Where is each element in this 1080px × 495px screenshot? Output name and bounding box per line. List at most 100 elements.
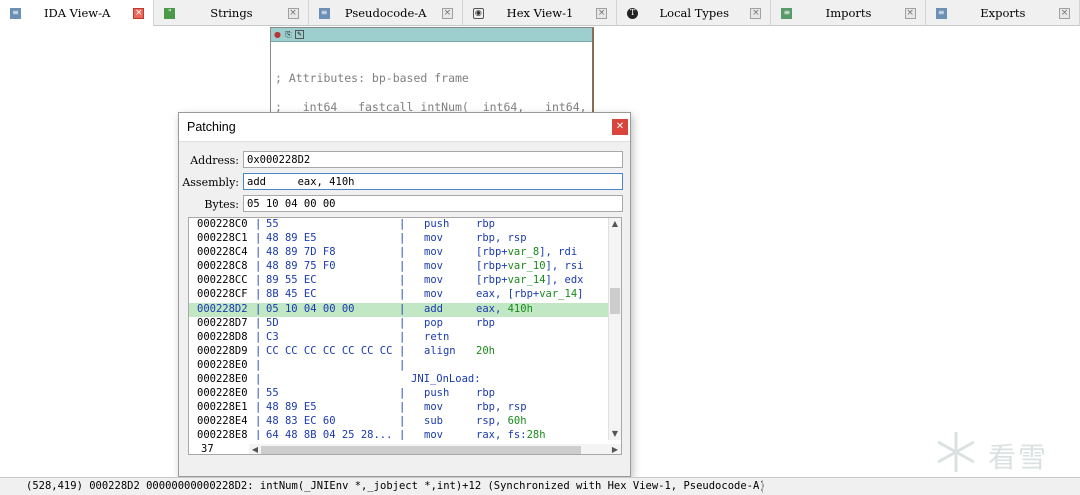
listing-row[interactable]: 000228C4 | 48 89 7D F8 | mov [rbp+var_8], rdi [189, 246, 610, 260]
tab-imports[interactable]: ≡ Imports × [771, 0, 926, 26]
row-operands: [rbp+var_10], rsi [476, 260, 584, 273]
node-group-icon[interactable]: ⎘ [284, 30, 293, 39]
tab-close-icon[interactable]: × [596, 7, 608, 19]
column-separator: | [255, 330, 262, 343]
row-mnemonic: push [424, 218, 450, 230]
horizontal-scroll-thumb[interactable] [261, 446, 581, 454]
watermark-logo: 看雪 [932, 428, 1072, 476]
listing-row[interactable]: 000228C8 | 48 89 75 F0 | mov [rbp+var_10], rs… [189, 260, 610, 274]
row-operands: eax, 410h [476, 302, 533, 315]
scroll-right-icon[interactable]: ▶ [609, 444, 621, 454]
row-bytes: 48 89 7D F8 [266, 246, 336, 259]
tab-close-icon[interactable]: × [1058, 7, 1070, 19]
tab-close-icon[interactable]: × [133, 7, 145, 19]
listing-row[interactable]: 000228D7 | 5D | pop rbp [189, 317, 610, 331]
tab-close-icon[interactable]: × [750, 7, 762, 19]
disassembly-listing[interactable]: 000228C0 | 55 | push rbp 000228C1 | 48 89 E5 | mov… [188, 217, 622, 455]
column-separator: | [255, 358, 262, 371]
column-separator: | [399, 232, 406, 245]
row-label: JNI_OnLoad: [411, 373, 481, 386]
tab-close-icon[interactable]: × [441, 7, 453, 19]
listing-row[interactable]: 000228E4 | 48 83 EC 60 | sub rsp, 60h [189, 415, 610, 429]
listing-vertical-scrollbar[interactable]: ▲ ▼ [608, 218, 621, 440]
listing-row[interactable]: 000228E0 | JNI_OnLoad: [189, 373, 610, 387]
row-bytes: CC CC CC CC CC CC CC [266, 344, 393, 357]
row-mnemonic: align [424, 344, 456, 357]
node-color-icon[interactable]: ● [273, 30, 282, 39]
row-address: 000228D2 [197, 302, 248, 315]
vertical-scroll-thumb[interactable] [610, 288, 620, 314]
tab-label: Strings [210, 6, 253, 20]
row-bytes: 48 89 75 F0 [266, 260, 336, 273]
scroll-up-icon[interactable]: ▲ [609, 218, 621, 230]
column-separator: | [255, 387, 262, 400]
row-bytes: 55 [266, 387, 279, 400]
column-separator: | [255, 344, 262, 357]
dialog-title-bar[interactable]: Patching ✕ [179, 113, 630, 142]
column-separator: | [255, 246, 262, 259]
row-mnemonic: retn [424, 330, 450, 343]
listing-row[interactable]: 000228C0 | 55 | push rbp [189, 218, 610, 232]
column-separator: | [255, 415, 262, 428]
column-separator: | [255, 429, 262, 440]
exports-icon: ≡ [935, 7, 947, 19]
address-field[interactable]: 0x000228D2 [243, 151, 623, 168]
node-edit-icon[interactable]: ✎ [295, 30, 304, 39]
listing-row-selected[interactable]: 000228D2 | 05 10 04 00 00 | add eax, 410h [189, 302, 610, 317]
bytes-field[interactable]: 05 10 04 00 00 [243, 195, 623, 212]
column-separator: | [399, 401, 406, 414]
row-address: 000228D7 [197, 316, 248, 329]
listing-row[interactable]: 000228D9 | CC CC CC CC CC CC CC | align 20h [189, 345, 610, 359]
row-operands: rsp, 60h [476, 415, 527, 428]
row-mnemonic: mov [424, 288, 443, 301]
tab-exports[interactable]: ≡ Exports × [926, 0, 1080, 26]
listing-row[interactable]: 000228E0 | | [189, 359, 610, 373]
address-label: Address: [190, 154, 239, 167]
scroll-left-icon[interactable]: ◀ [249, 444, 261, 454]
row-bytes: 89 55 EC [266, 274, 317, 287]
tab-strings[interactable]: " Strings × [154, 0, 309, 26]
tab-label: Hex View-1 [506, 6, 574, 20]
patching-dialog: Patching ✕ Address: 0x000228D2 Assembly:… [178, 112, 631, 477]
tab-close-icon[interactable]: × [904, 7, 916, 19]
row-operands: rbp, rsp [476, 401, 527, 414]
watermark-text: 看雪 [988, 441, 1049, 474]
listing-row[interactable]: 000228E0 | 55 | push rbp [189, 387, 610, 401]
row-operands: 20h [476, 344, 495, 357]
listing-row[interactable]: 000228CC | 89 55 EC | mov [rbp+var_14], edx [189, 274, 610, 288]
local-types-icon: T [627, 7, 639, 19]
strings-icon: " [164, 7, 176, 19]
listing-row[interactable]: 000228D8 | C3 | retn [189, 331, 610, 345]
listing-row[interactable]: 000228E1 | 48 89 E5 | mov rbp, rsp [189, 401, 610, 415]
tab-pseudocode-a[interactable]: ≡ Pseudocode-A × [309, 0, 463, 26]
scroll-down-icon[interactable]: ▼ [609, 428, 621, 440]
listing-row[interactable]: 000228CF | 8B 45 EC | mov eax, [rbp+var_14] [189, 288, 610, 302]
listing-row[interactable]: 000228C1 | 48 89 E5 | mov rbp, rsp [189, 232, 610, 246]
node-attributes-comment: ; Attributes: bp-based frame [275, 71, 469, 85]
pseudocode-icon: ≡ [318, 7, 330, 19]
status-divider [762, 480, 763, 493]
row-operands: [rbp+var_8], rdi [476, 246, 578, 259]
column-separator: | [255, 401, 262, 414]
row-mnemonic: mov [424, 429, 443, 440]
tab-ida-view-a[interactable]: ≡ IDA View-A × [0, 0, 155, 26]
column-separator: | [399, 288, 406, 301]
column-separator: | [399, 387, 406, 400]
row-mnemonic: add [424, 302, 443, 315]
column-separator: | [255, 260, 262, 273]
tab-close-icon[interactable]: × [287, 7, 299, 19]
status-bar: (528,419) 000228D2 00000000000228D2: int… [0, 477, 1080, 495]
hex-view-icon: ◉ [472, 7, 484, 19]
tab-local-types[interactable]: T Local Types × [617, 0, 772, 26]
assembly-field[interactable]: add eax, 410h [243, 173, 623, 190]
dialog-close-button[interactable]: ✕ [612, 119, 628, 135]
row-mnemonic: mov [424, 232, 443, 245]
listing-horizontal-scrollbar[interactable]: ◀ ▶ [249, 444, 621, 454]
column-separator: | [399, 330, 406, 343]
row-operands: rax, fs:28h [476, 429, 546, 440]
tab-label: Imports [825, 6, 872, 20]
tab-hex-view-1[interactable]: ◉ Hex View-1 × [463, 0, 618, 26]
row-mnemonic: mov [424, 260, 443, 273]
row-address: 000228E1 [197, 401, 248, 414]
listing-row[interactable]: 000228E8 | 64 48 8B 04 25 28... | mov rax, fs… [189, 429, 610, 440]
